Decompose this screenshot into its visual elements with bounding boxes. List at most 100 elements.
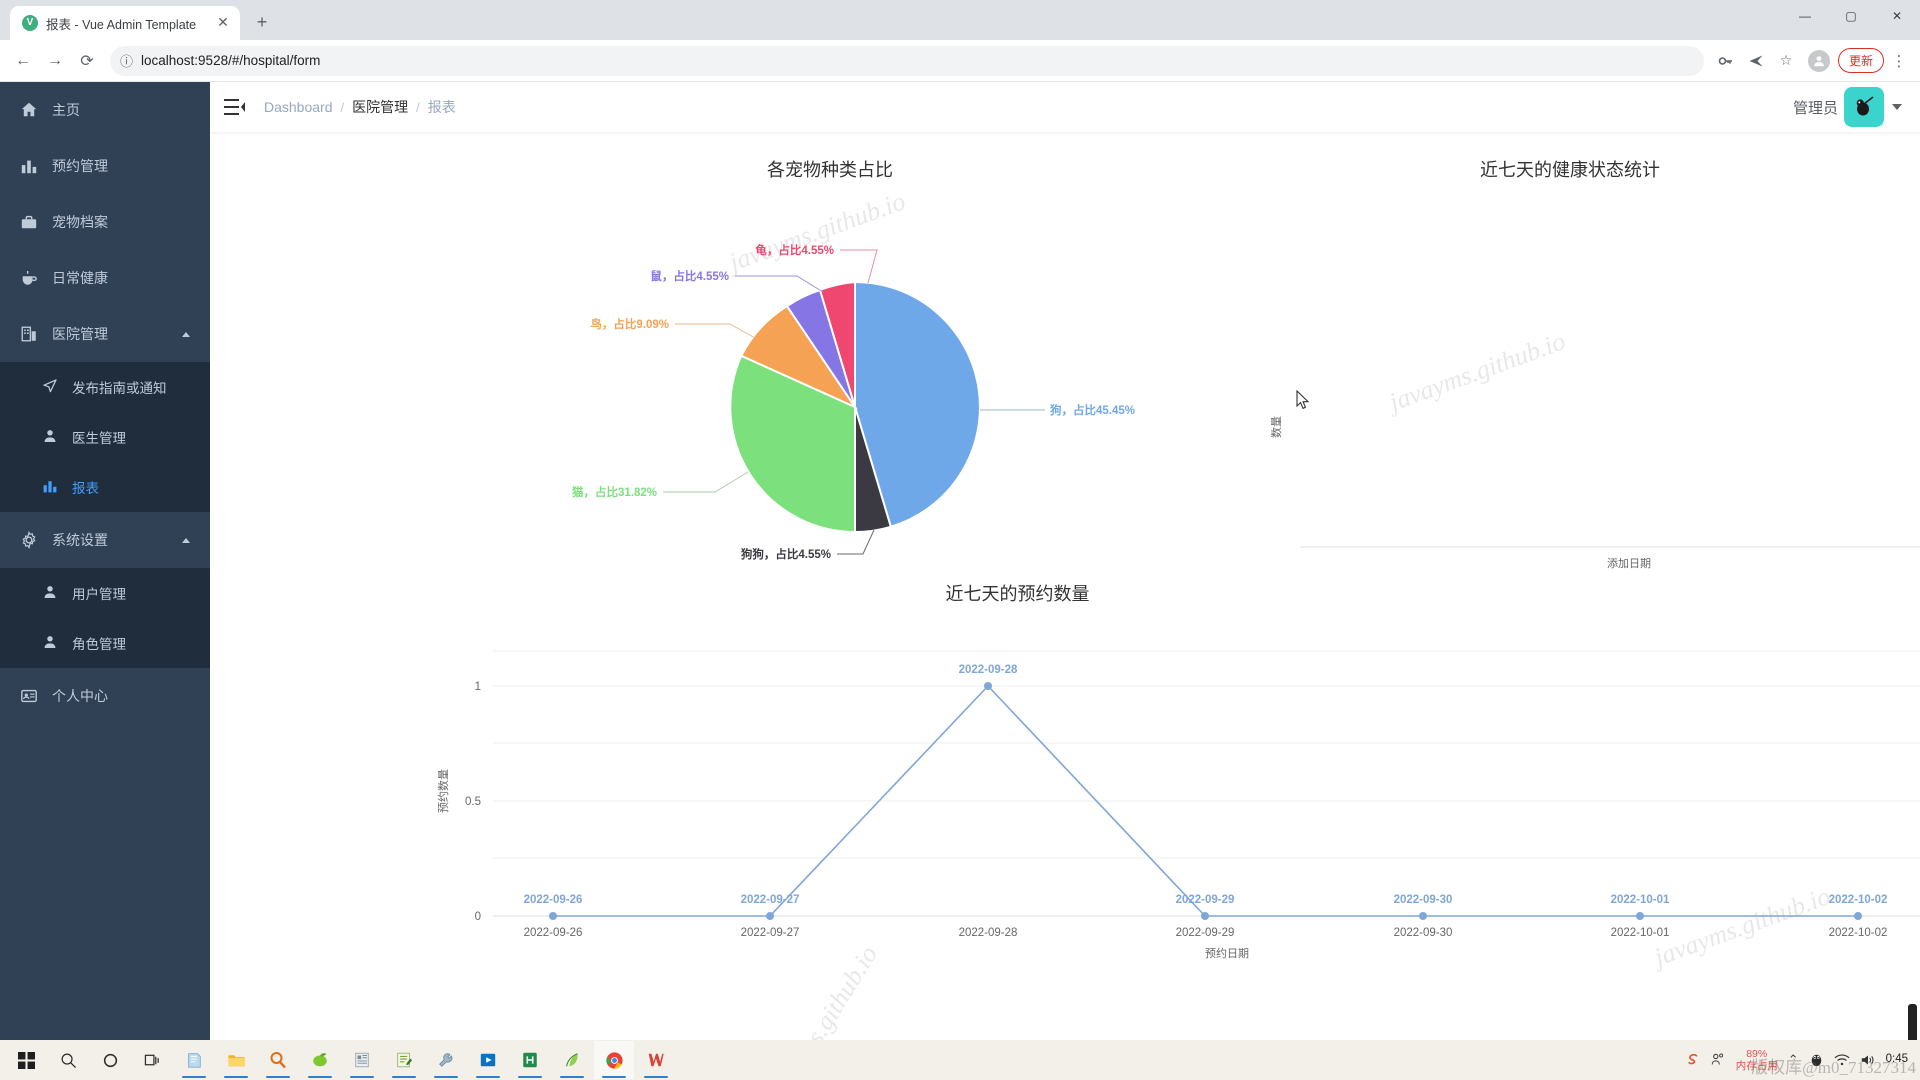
window-controls: — ▢ ✕ (1782, 0, 1920, 40)
chart-appointment-line: 近七天的预约数量 1 0.5 0 预约数量 2022-09-26 2022-09… (425, 572, 1920, 1040)
update-button[interactable]: 更新 (1837, 48, 1884, 73)
hamburger-icon[interactable] (224, 98, 246, 116)
user-icon (42, 584, 60, 602)
clock-time: 0:45 (1885, 1053, 1908, 1066)
memory-usage-indicator[interactable]: 89% 内存占用 (1736, 1048, 1778, 1072)
data-point[interactable] (1201, 912, 1209, 920)
bookmark-star-icon[interactable]: ☆ (1772, 47, 1800, 75)
reload-button[interactable]: ⟳ (72, 46, 102, 76)
forward-button[interactable]: → (40, 46, 70, 76)
share-icon[interactable] (1742, 47, 1770, 75)
sidebar-subitem-label: 医生管理 (72, 431, 126, 446)
breadcrumb-separator: / (340, 99, 345, 115)
people-icon[interactable] (1710, 1052, 1726, 1068)
navicat-icon[interactable] (300, 1041, 340, 1079)
x-tick-label: 2022-09-29 (1176, 927, 1235, 939)
settings-submenu: 用户管理 角色管理 (0, 568, 210, 668)
chart-health-status: 近七天的健康状态统计 数量 添加日期 健康 (1240, 142, 1920, 572)
caret-down-icon[interactable] (1892, 104, 1902, 110)
tab-close-icon[interactable]: ✕ (214, 14, 232, 32)
task-view-icon[interactable] (132, 1041, 172, 1079)
send-icon (42, 378, 60, 396)
document-reader-icon[interactable] (342, 1041, 382, 1079)
tool-icon[interactable] (426, 1041, 466, 1079)
breadcrumb-separator: / (416, 99, 420, 115)
x-tick-label: 2022-10-01 (1611, 927, 1670, 939)
volume-icon[interactable] (1860, 1053, 1876, 1067)
sidebar-item-home[interactable]: 主页 (0, 82, 210, 138)
wifi-icon[interactable] (1834, 1053, 1850, 1067)
site-info-icon[interactable]: ⓘ (120, 51, 133, 70)
sogou-input-icon[interactable] (1685, 1052, 1700, 1068)
window-maximize-button[interactable]: ▢ (1828, 0, 1874, 32)
windows-start-icon[interactable] (6, 1041, 46, 1079)
health-cup-icon (20, 269, 38, 287)
chrome-icon[interactable] (594, 1041, 634, 1079)
page-scrollbar-thumb[interactable] (1908, 1004, 1917, 1040)
sidebar-item-doctor-management[interactable]: 医生管理 (0, 412, 210, 462)
spring-leaf-icon[interactable] (552, 1041, 592, 1079)
y-tick-label: 0 (475, 911, 481, 923)
chevron-up-icon[interactable]: ⌃ (1788, 1052, 1799, 1068)
memory-label: 内存占用 (1735, 1060, 1778, 1072)
cortana-icon[interactable] (90, 1041, 130, 1079)
address-bar[interactable]: ⓘ localhost:9528/#/hospital/form (110, 45, 1704, 76)
data-point[interactable] (1419, 912, 1427, 920)
data-point[interactable] (984, 682, 992, 690)
video-player-icon[interactable] (468, 1041, 508, 1079)
x-tick-label: 2022-09-27 (741, 927, 800, 939)
breadcrumb-item-hospital[interactable]: 医院管理 (352, 97, 408, 117)
breadcrumb-item-dashboard[interactable]: Dashboard (264, 99, 333, 115)
chart-title: 近七天的预约数量 (945, 584, 1090, 604)
idea-hbuilder-icon[interactable] (510, 1041, 550, 1079)
editor-icon[interactable] (384, 1041, 424, 1079)
search-icon[interactable] (48, 1041, 88, 1079)
window-minimize-button[interactable]: — (1782, 0, 1828, 32)
browser-menu-icon[interactable]: ⋮ (1886, 52, 1912, 70)
new-tab-button[interactable]: + (248, 9, 276, 37)
pie-label-bird: 鸟，占比9.09% (590, 317, 669, 331)
notes-app-icon[interactable] (174, 1041, 214, 1079)
navbar-right: 管理员 (1793, 87, 1902, 127)
sidebar-item-appointments[interactable]: 预约管理 (0, 138, 210, 194)
sidebar-item-hospital-management[interactable]: 医院管理 (0, 306, 210, 362)
pie-leader-line (837, 529, 875, 555)
id-card-icon (20, 687, 38, 705)
sidebar-item-role-management[interactable]: 角色管理 (0, 618, 210, 668)
file-explorer-icon[interactable] (216, 1041, 256, 1079)
home-icon (20, 101, 38, 119)
browser-profile-avatar[interactable] (1807, 49, 1830, 72)
taskbar-clock[interactable]: 0:45 (1886, 1053, 1908, 1067)
pie-label-dogdog: 狗狗，占比4.55% (740, 547, 831, 561)
x-tick-label: 2022-09-30 (1394, 927, 1453, 939)
back-button[interactable]: ← (8, 46, 38, 76)
avatar[interactable] (1844, 87, 1884, 127)
pie-label-dog: 狗，占比45.45% (1049, 403, 1135, 417)
gear-icon (20, 531, 38, 550)
sidebar-item-label: 医院管理 (52, 326, 108, 342)
sidebar-item-daily-health[interactable]: 日常健康 (0, 250, 210, 306)
sidebar-item-profile-center[interactable]: 个人中心 (0, 668, 210, 724)
system-tray: 89% 内存占用 ⌃ 0:45 (1685, 1048, 1914, 1072)
data-point[interactable] (1636, 912, 1644, 920)
x-axis-label: 预约日期 (1205, 947, 1249, 960)
breadcrumb: Dashboard / 医院管理 / 报表 (264, 97, 456, 117)
sidebar: 主页 预约管理 宠物档案 日常健康 医院管理 发布指南或通知 医生管理 报表 系… (0, 82, 210, 1040)
chart-title: 近七天的健康状态统计 (1480, 160, 1660, 180)
qq-icon[interactable] (1809, 1052, 1824, 1068)
sidebar-item-system-settings[interactable]: 系统设置 (0, 512, 210, 568)
sidebar-item-pet-records[interactable]: 宠物档案 (0, 194, 210, 250)
data-point[interactable] (549, 912, 557, 920)
wps-icon[interactable] (636, 1041, 676, 1079)
sidebar-item-publish-notice[interactable]: 发布指南或通知 (0, 362, 210, 412)
user-icon (42, 634, 60, 652)
memory-percent: 89% (1746, 1047, 1768, 1060)
password-key-icon[interactable] (1712, 47, 1740, 75)
data-point[interactable] (1854, 912, 1862, 920)
sidebar-item-reports[interactable]: 报表 (0, 462, 210, 512)
window-close-button[interactable]: ✕ (1874, 0, 1920, 32)
browser-tab[interactable]: 报表 - Vue Admin Template ✕ (10, 6, 240, 40)
data-point[interactable] (766, 912, 774, 920)
sidebar-item-user-management[interactable]: 用户管理 (0, 568, 210, 618)
everything-search-icon[interactable] (258, 1041, 298, 1079)
